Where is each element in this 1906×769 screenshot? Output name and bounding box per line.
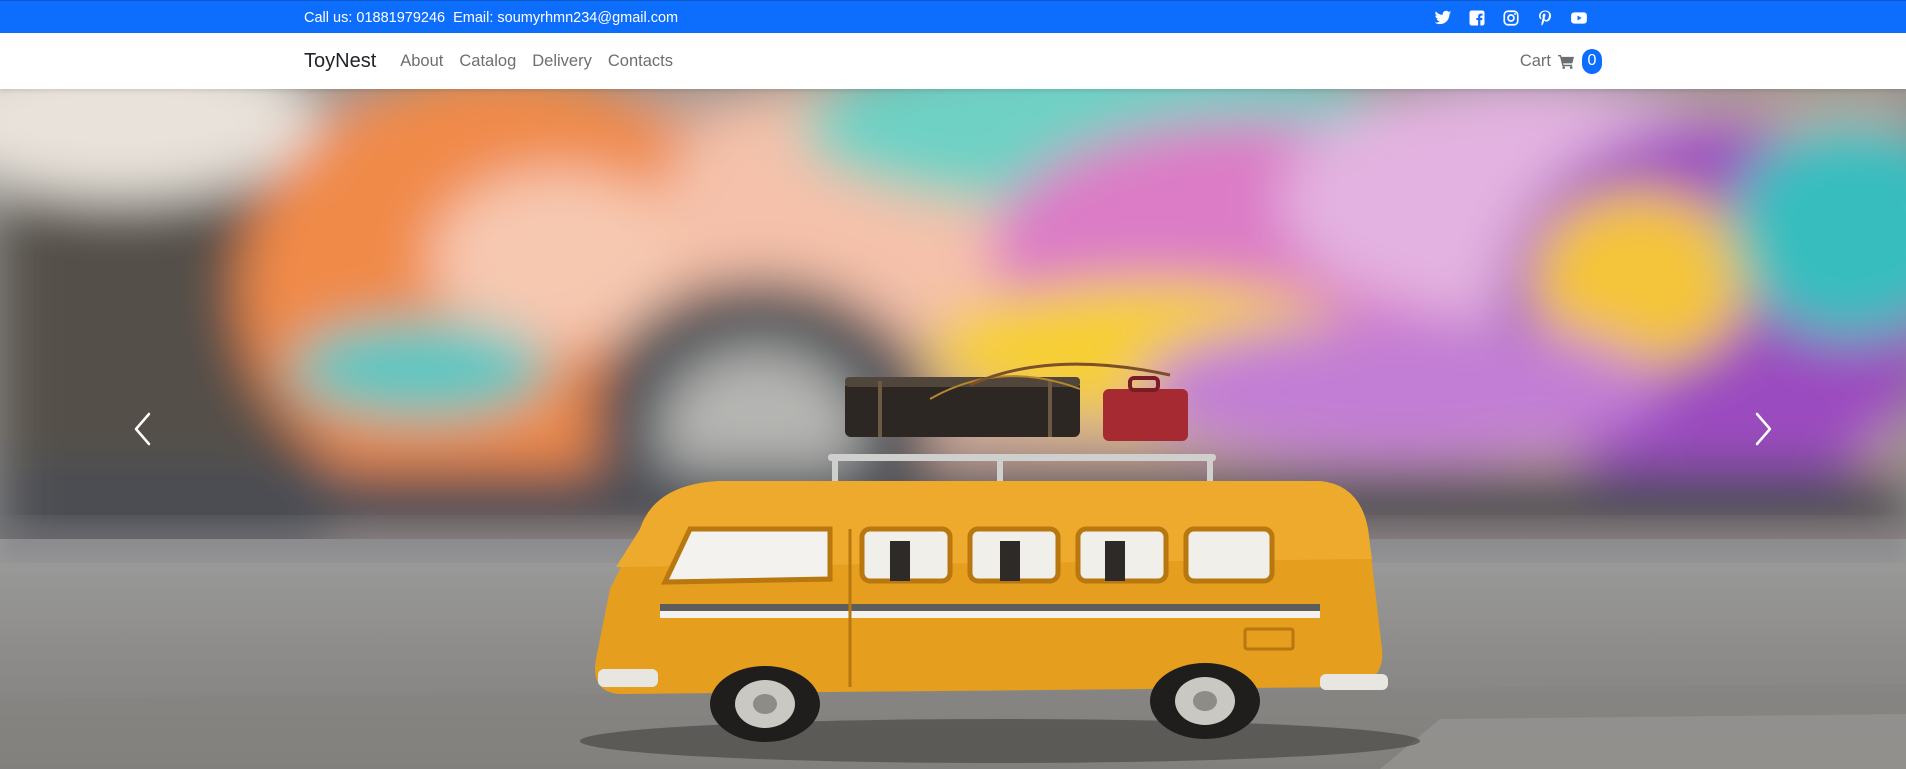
cart-label: Cart [1519,51,1551,70]
social-links [1434,9,1588,27]
twitter-icon[interactable] [1434,9,1452,27]
cart-button[interactable]: Cart 0 [1519,48,1602,74]
hero-carousel [0,89,1906,769]
chevron-right-icon [1752,411,1774,447]
contact-phone: Call us: 01881979246 [304,9,446,26]
cart-count-badge: 0 [1582,48,1602,74]
carousel-next-button[interactable] [1620,89,1906,769]
top-contact-bar: Call us: 01881979246 Email: soumyrhmn234… [0,0,1906,33]
shopping-cart-icon [1558,54,1575,69]
top-contact-bar-container: Call us: 01881979246 Email: soumyrhmn234… [304,1,1602,34]
brand-logo[interactable]: ToyNest [304,50,376,73]
nav-link-about[interactable]: About [400,52,443,71]
nav-link-contacts[interactable]: Contacts [608,52,673,71]
carousel-prev-button[interactable] [0,89,286,769]
nav-link-catalog[interactable]: Catalog [459,52,516,71]
chevron-left-icon [132,411,154,447]
instagram-icon[interactable] [1502,9,1520,27]
nav-links: About Catalog Delivery Contacts [400,52,673,71]
youtube-icon[interactable] [1570,9,1588,27]
navbar-container: ToyNest About Catalog Delivery Contacts … [304,33,1602,89]
navbar-left: ToyNest About Catalog Delivery Contacts [304,50,673,73]
facebook-square-icon[interactable] [1468,9,1486,27]
nav-link-delivery[interactable]: Delivery [532,52,592,71]
main-navbar: ToyNest About Catalog Delivery Contacts … [0,33,1906,89]
contact-email[interactable]: Email: soumyrhmn234@gmail.com [453,10,678,26]
pinterest-icon[interactable] [1536,9,1554,27]
contact-info: Call us: 01881979246 Email: soumyrhmn234… [304,10,678,26]
